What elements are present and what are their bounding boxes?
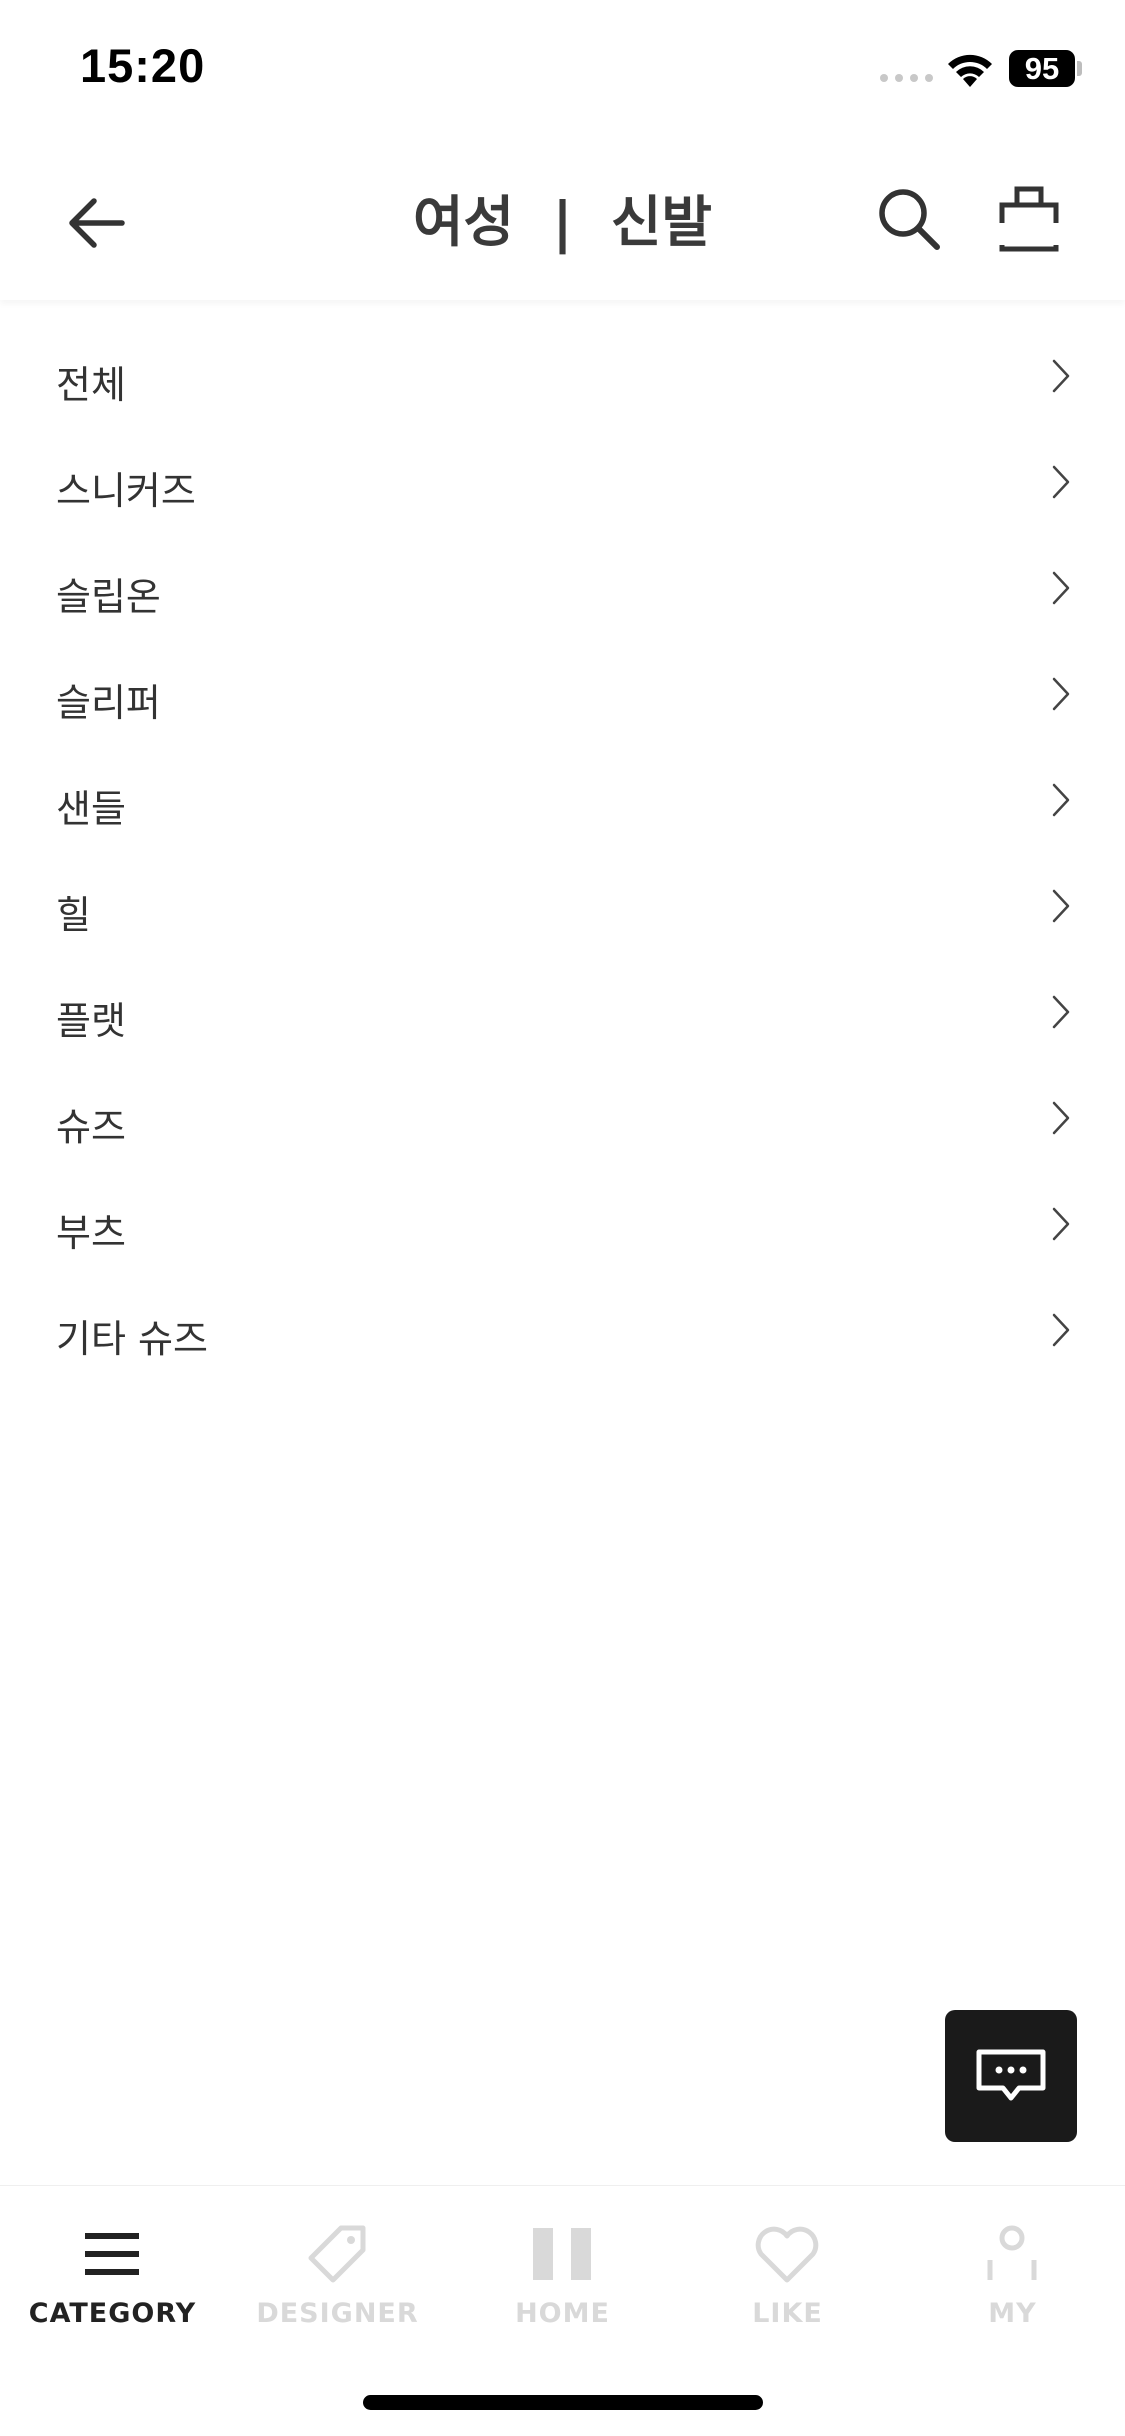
category-item-slippers[interactable]: 슬리퍼 [0, 648, 1125, 754]
tab-category[interactable]: CATEGORY [0, 2186, 225, 2366]
category-label: 슈즈 [56, 1105, 126, 1149]
header: 여성 | 신발 [0, 135, 1125, 300]
tab-label: DESIGNER [256, 2298, 419, 2329]
tab-like[interactable]: LIKE [675, 2186, 900, 2366]
status-time: 15:20 [80, 39, 206, 92]
category-label: 플랫 [56, 999, 126, 1043]
chat-bubble-icon [976, 2049, 1046, 2101]
category-list: 전체 스니커즈 슬립온 슬리퍼 샌들 힐 플랫 슈즈 부츠 기타 슈즈 [0, 330, 1125, 1390]
category-item-sandals[interactable]: 샌들 [0, 754, 1125, 860]
heart-icon [755, 2226, 819, 2283]
category-label: 부츠 [56, 1211, 126, 1255]
category-label: 기타 슈즈 [56, 1317, 208, 1361]
category-label: 전체 [56, 363, 126, 407]
person-icon [987, 2225, 1037, 2280]
tab-my[interactable]: MY [900, 2186, 1125, 2366]
chevron-right-icon [1052, 359, 1070, 393]
chat-button[interactable] [945, 2010, 1077, 2142]
shopping-bag-icon[interactable] [993, 183, 1065, 255]
tab-label: HOME [515, 2298, 610, 2329]
chevron-right-icon [1052, 465, 1070, 499]
category-item-flats[interactable]: 플랫 [0, 966, 1125, 1072]
chevron-right-icon [1052, 571, 1070, 605]
bottom-tab-bar: CATEGORY DESIGNER HOME LIKE MY [0, 2185, 1125, 2366]
category-item-shoes[interactable]: 슈즈 [0, 1072, 1125, 1178]
category-item-other-shoes[interactable]: 기타 슈즈 [0, 1284, 1125, 1390]
menu-icon [85, 2233, 139, 2275]
battery-indicator: 95 [1009, 50, 1075, 87]
category-item-boots[interactable]: 부츠 [0, 1178, 1125, 1284]
category-item-all[interactable]: 전체 [0, 330, 1125, 436]
category-label: 슬립온 [56, 575, 161, 619]
chevron-right-icon [1052, 1313, 1070, 1347]
chevron-right-icon [1052, 1101, 1070, 1135]
category-label: 스니커즈 [56, 469, 196, 513]
chevron-right-icon [1052, 677, 1070, 711]
home-icon [533, 2228, 591, 2280]
cellular-signal-icon [880, 74, 933, 82]
category-label: 힐 [56, 893, 91, 937]
tab-home[interactable]: HOME [450, 2186, 675, 2366]
tab-label: MY [988, 2298, 1037, 2329]
category-label: 샌들 [56, 787, 126, 831]
home-indicator [363, 2395, 763, 2410]
tag-icon [308, 2225, 366, 2283]
battery-tip [1077, 61, 1082, 76]
category-item-slip-on[interactable]: 슬립온 [0, 542, 1125, 648]
category-label: 슬리퍼 [56, 681, 161, 725]
tab-label: CATEGORY [28, 2298, 197, 2329]
tab-label: LIKE [752, 2298, 823, 2329]
page-title: 여성 | 신발 [412, 190, 713, 254]
search-icon[interactable] [873, 183, 945, 255]
category-item-heels[interactable]: 힐 [0, 860, 1125, 966]
chevron-right-icon [1052, 995, 1070, 1029]
category-item-sneakers[interactable]: 스니커즈 [0, 436, 1125, 542]
chevron-right-icon [1052, 783, 1070, 817]
status-bar: 15:20 95 [0, 0, 1125, 135]
chevron-right-icon [1052, 1207, 1070, 1241]
chevron-right-icon [1052, 889, 1070, 923]
tab-designer[interactable]: DESIGNER [225, 2186, 450, 2366]
wifi-icon [948, 54, 992, 87]
